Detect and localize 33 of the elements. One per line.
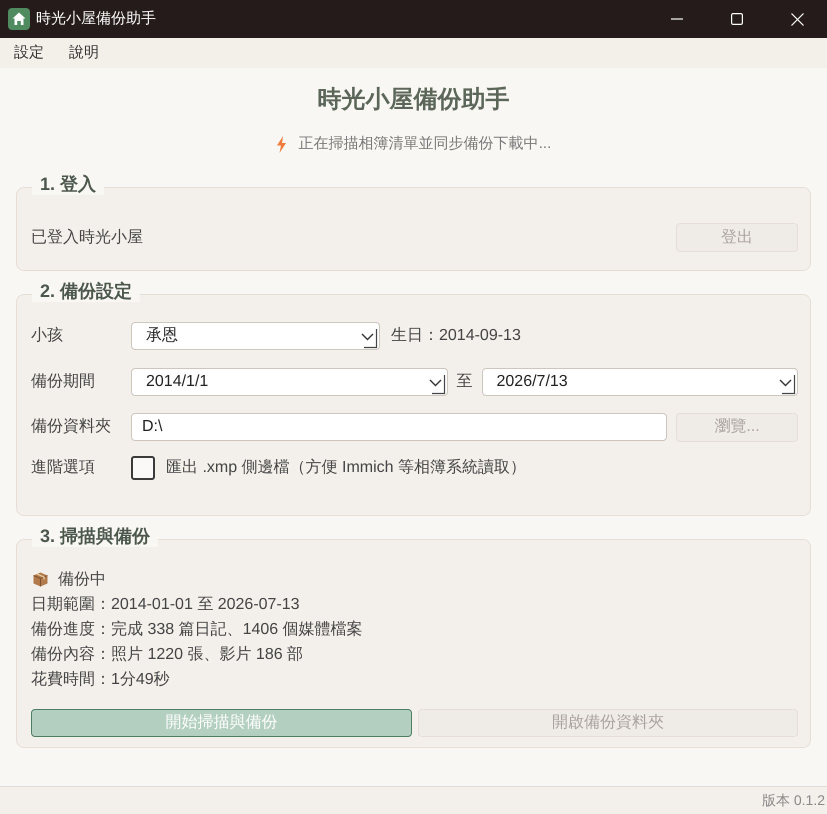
- group-legend: 3. 掃描與備份: [32, 525, 158, 547]
- field-label: 進階選項: [31, 458, 96, 478]
- detail-line: 備份內容：照片 1220 張、影片 186 部: [31, 644, 304, 665]
- group-legend: 2. 備份設定: [32, 280, 140, 302]
- range-separator: 至: [456, 372, 472, 392]
- end-date-select[interactable]: 2026/7/13: [482, 368, 798, 396]
- login-status: 已登入時光小屋: [31, 228, 143, 248]
- group-legend: 1. 登入: [32, 173, 104, 195]
- checkbox-label: 匯出 .xmp 側邊檔（方便 Immich 等相簿系統讀取）: [166, 458, 526, 478]
- detail-line: 備份進度：完成 338 篇日記、1406 個媒體檔案: [31, 619, 364, 640]
- minimize-icon: [671, 18, 683, 20]
- backup-status: 備份中: [58, 570, 106, 590]
- package-icon: [33, 572, 48, 587]
- status-message: 正在掃描相簿清單並同步備份下載中...: [298, 134, 552, 154]
- field-label: 備份期間: [31, 372, 96, 392]
- house-icon: [8, 8, 30, 30]
- window-title: 時光小屋備份助手: [36, 8, 156, 29]
- version-label: 版本 0.1.2: [762, 791, 825, 810]
- close-icon: [790, 12, 804, 26]
- start-date-select[interactable]: 2014/1/1: [131, 368, 448, 396]
- folder-input[interactable]: D:\: [131, 413, 667, 441]
- detail-line: 花費時間：1分49秒: [31, 670, 171, 690]
- lightning-icon: [276, 136, 287, 152]
- menu-item[interactable]: 設定: [14, 43, 44, 63]
- birthday-text: 生日：2014-09-13: [391, 326, 521, 346]
- maximize-icon: [731, 13, 743, 25]
- app-heading: 時光小屋備份助手: [318, 86, 510, 114]
- child-select[interactable]: 承恩: [131, 322, 380, 350]
- checkbox[interactable]: [131, 456, 155, 480]
- field-label: 備份資料夾: [31, 416, 112, 437]
- menu-item[interactable]: 說明: [69, 43, 99, 63]
- field-label: 小孩: [31, 326, 64, 346]
- detail-line: 日期範圍：2014-01-01 至 2026-07-13: [31, 595, 301, 615]
